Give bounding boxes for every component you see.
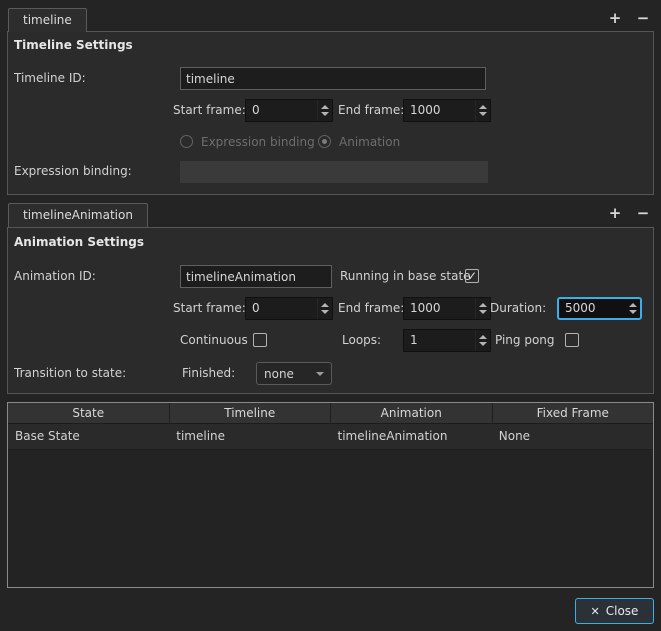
finished-state-value: none	[264, 366, 294, 381]
start-frame-value: 0	[252, 301, 260, 315]
end-frame-label: End frame:	[338, 103, 405, 117]
table-cell-timeline[interactable]: timeline	[169, 424, 330, 449]
table-cell-animation[interactable]: timelineAnimation	[331, 424, 492, 449]
running-in-base-state-label: Running in base state	[340, 269, 471, 283]
table-header-state[interactable]: State	[8, 403, 170, 423]
expression-binding-radio	[180, 135, 193, 148]
animation-settings-pane: Animation Settings Animation ID: Running…	[7, 227, 654, 394]
add-timeline-button[interactable]: +	[604, 8, 626, 28]
end-frame-value: 1000	[410, 103, 441, 117]
end-frame-value: 1000	[410, 301, 441, 315]
start-frame-spinbox[interactable]: 0	[245, 297, 333, 320]
timeline-id-input[interactable]	[180, 67, 486, 90]
remove-animation-button[interactable]: −	[632, 203, 654, 223]
finished-state-dropdown[interactable]: none	[256, 362, 332, 385]
transition-to-state-label: Transition to state:	[14, 366, 127, 380]
table-header-animation[interactable]: Animation	[331, 403, 493, 423]
timeline-settings-pane: Timeline Settings Timeline ID: Start fra…	[7, 31, 654, 195]
ping-pong-checkbox[interactable]	[565, 333, 579, 347]
end-frame-label: End frame:	[338, 301, 405, 315]
animation-id-input[interactable]	[180, 265, 332, 288]
table-header-timeline[interactable]: Timeline	[170, 403, 331, 423]
start-frame-label: Start frame:	[173, 301, 246, 315]
tab-timeline[interactable]: timeline	[8, 8, 87, 32]
spinner-arrows-icon[interactable]	[317, 100, 332, 121]
check-icon: ✓	[466, 269, 478, 283]
running-in-base-state-checkbox[interactable]: ✓	[465, 269, 479, 283]
animation-id-label: Animation ID:	[14, 269, 96, 283]
timeline-settings-dialog: timeline + − Timeline Settings Timeline …	[0, 0, 661, 631]
finished-label: Finished:	[182, 366, 236, 380]
table-header-row: State Timeline Animation Fixed Frame	[8, 403, 653, 424]
close-button-label: Close	[605, 604, 639, 618]
tab-timeline-animation[interactable]: timelineAnimation	[8, 203, 148, 227]
continuous-checkbox[interactable]	[253, 333, 267, 347]
spinner-arrows-icon[interactable]	[625, 299, 640, 318]
expression-binding-field-label: Expression binding:	[14, 164, 132, 178]
duration-value: 5000	[565, 301, 596, 315]
spinner-arrows-icon[interactable]	[475, 330, 490, 351]
start-frame-value: 0	[252, 103, 260, 117]
loops-spinbox[interactable]: 1	[403, 329, 491, 352]
expression-binding-radio-label: Expression binding	[201, 135, 315, 149]
animation-settings-title: Animation Settings	[14, 235, 145, 249]
spinner-arrows-icon[interactable]	[317, 298, 332, 319]
ping-pong-label: Ping pong	[495, 333, 555, 347]
start-frame-spinbox[interactable]: 0	[245, 99, 333, 122]
close-icon: ✕	[590, 604, 600, 618]
loops-value: 1	[410, 333, 418, 347]
duration-label: Duration:	[490, 301, 547, 315]
table-header-fixed-frame[interactable]: Fixed Frame	[493, 403, 654, 423]
spinner-arrows-icon[interactable]	[475, 100, 490, 121]
expression-binding-input	[180, 161, 488, 183]
remove-timeline-button[interactable]: −	[632, 8, 654, 28]
table-cell-fixed-frame[interactable]: None	[492, 424, 653, 449]
duration-spinbox[interactable]: 5000	[557, 297, 642, 320]
table-row[interactable]: Base State timeline timelineAnimation No…	[8, 424, 653, 450]
continuous-label: Continuous	[180, 333, 248, 347]
animation-radio	[318, 135, 331, 148]
start-frame-label: Start frame:	[173, 103, 246, 117]
table-cell-state[interactable]: Base State	[8, 424, 169, 449]
end-frame-spinbox[interactable]: 1000	[403, 99, 491, 122]
spinner-arrows-icon[interactable]	[475, 298, 490, 319]
loops-label: Loops:	[342, 333, 382, 347]
end-frame-spinbox[interactable]: 1000	[403, 297, 491, 320]
state-timeline-table: State Timeline Animation Fixed Frame Bas…	[7, 402, 654, 588]
timeline-settings-title: Timeline Settings	[14, 38, 133, 52]
animation-radio-label: Animation	[339, 135, 401, 149]
add-animation-button[interactable]: +	[604, 203, 626, 223]
close-button[interactable]: ✕ Close	[575, 598, 654, 624]
chevron-down-icon	[316, 371, 324, 376]
timeline-id-label: Timeline ID:	[14, 71, 86, 85]
